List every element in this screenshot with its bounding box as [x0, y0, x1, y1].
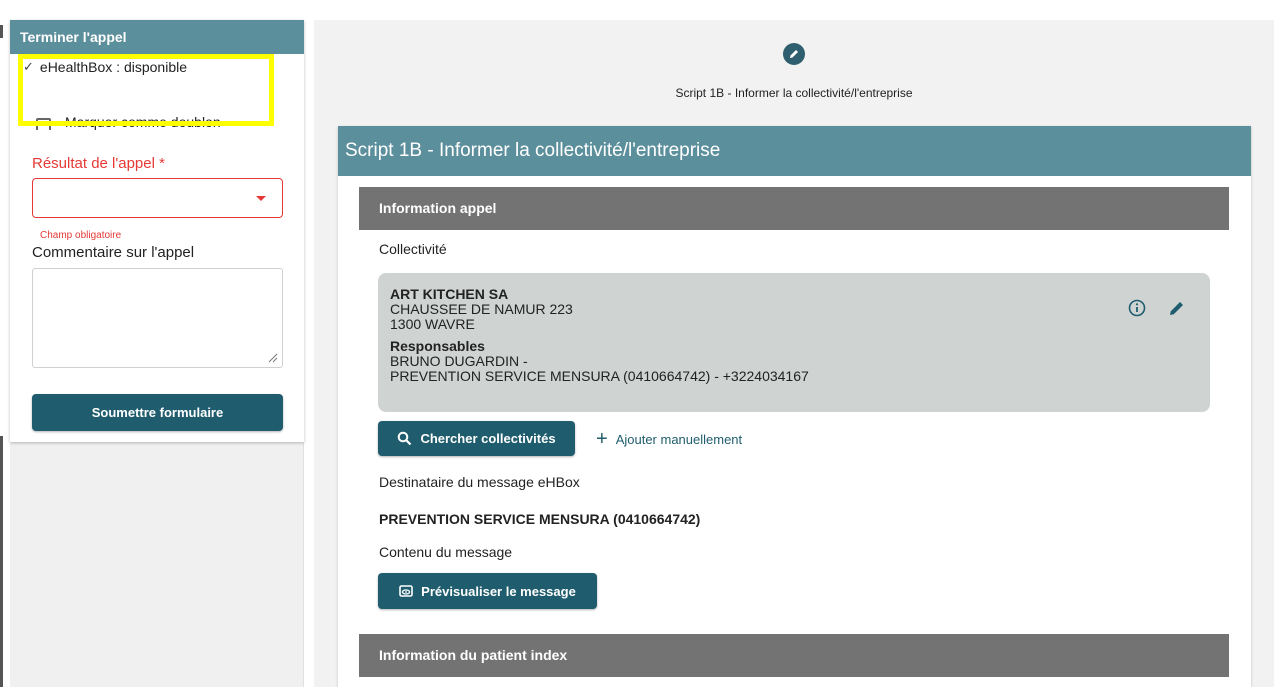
search-icon — [398, 431, 412, 446]
call-comment-textarea[interactable] — [32, 268, 283, 368]
preview-icon — [399, 585, 413, 597]
info-icon[interactable] — [1128, 299, 1146, 317]
script-card-title: Script 1B - Informer la collectivité/l'e… — [338, 126, 1251, 176]
recipient-value: PREVENTION SERVICE MENSURA (0410664742) — [379, 511, 701, 527]
search-collectivites-label: Chercher collectivités — [420, 431, 556, 446]
message-content-label: Contenu du message — [379, 544, 513, 560]
section-call-info[interactable]: Information appel — [359, 187, 1229, 230]
ehealthbox-status-label: eHealthBox : disponible — [39, 59, 188, 75]
call-result-select[interactable] — [32, 178, 283, 218]
call-result-label: Résultat de l'appel * — [32, 155, 165, 172]
mark-duplicate-checkbox[interactable] — [36, 117, 51, 130]
page-edge-mark — [0, 25, 3, 38]
search-collectivites-button[interactable]: Chercher collectivités — [378, 421, 575, 456]
end-call-panel-header: Terminer l'appel — [10, 20, 304, 54]
mark-duplicate-label: Marquer comme doublon — [65, 114, 221, 130]
check-icon: ✓ — [23, 59, 34, 74]
required-field-hint: Champ obligatoire — [40, 230, 122, 241]
pencil-glyph — [790, 50, 798, 58]
add-manually-label: Ajouter manuellement — [615, 431, 743, 447]
resize-grip-icon[interactable] — [268, 353, 278, 363]
call-comment-label: Commentaire sur l'appel — [32, 244, 195, 261]
responsables-label: Responsables — [390, 338, 485, 354]
recipient-label: Destinataire du message eHBox — [379, 474, 580, 490]
collectivite-city: 1300 WAVRE — [390, 316, 475, 332]
collectivite-card: ART KITCHEN SA CHAUSSEE DE NAMUR 223 130… — [378, 273, 1210, 412]
preview-message-button[interactable]: Prévisualiser le message — [378, 573, 597, 609]
section-patient-index[interactable]: Information du patient index — [359, 634, 1229, 677]
ehealthbox-status: ✓ eHealthBox : disponible — [23, 59, 187, 75]
pencil-icon[interactable] — [783, 43, 805, 65]
responsable-1: BRUNO DUGARDIN - — [390, 353, 528, 369]
collectivite-name: ART KITCHEN SA — [390, 286, 509, 302]
preview-message-label: Prévisualiser le message — [421, 583, 576, 599]
edit-icon[interactable] — [1168, 299, 1186, 317]
responsable-2: PREVENTION SERVICE MENSURA (0410664742) … — [390, 368, 809, 384]
script-subtitle: Script 1B - Informer la collectivité/l'e… — [675, 86, 913, 100]
collectivite-label: Collectivité — [379, 241, 447, 257]
page-edge-mark — [0, 436, 3, 687]
caret-down-icon — [256, 196, 266, 201]
add-manually-link[interactable]: + Ajouter manuellement — [596, 429, 742, 449]
mark-duplicate-row[interactable]: Marquer comme doublon — [36, 114, 221, 130]
app-root: Terminer l'appel ✓ eHealthBox : disponib… — [0, 0, 1274, 687]
submit-form-button[interactable]: Soumettre formulaire — [32, 394, 283, 431]
plus-icon: + — [596, 428, 608, 450]
collectivite-street: CHAUSSEE DE NAMUR 223 — [390, 301, 573, 317]
